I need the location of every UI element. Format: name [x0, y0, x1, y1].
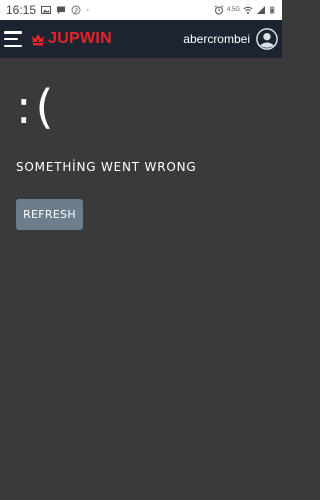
image-icon [41, 6, 52, 14]
status-time: 16:15 [6, 3, 37, 17]
sad-face-emoticon: :( [16, 80, 58, 134]
logo[interactable]: JUPWIN [30, 30, 112, 48]
status-right: 4.5G [214, 5, 276, 15]
battery-icon [270, 6, 275, 14]
app-header: JUPWIN abercrombei [0, 20, 282, 58]
pinterest-icon [71, 5, 81, 15]
header-user-area: abercrombei [183, 28, 278, 50]
dot-icon [87, 9, 89, 11]
logo-crown-icon [32, 34, 44, 46]
message-icon [57, 6, 66, 14]
status-left: 16:15 [6, 3, 92, 17]
username-label[interactable]: abercrombei [183, 32, 250, 46]
network-type-label: 4.5G [226, 7, 240, 13]
error-content: :( SOMETHİNG WENT WRONG REFRESH [0, 84, 282, 230]
menu-icon[interactable] [4, 31, 22, 47]
alarm-icon [214, 5, 224, 15]
wifi-icon [243, 6, 253, 14]
refresh-button[interactable]: REFRESH [16, 199, 83, 230]
user-avatar-icon[interactable] [256, 28, 278, 50]
logo-text: JUPWIN [48, 30, 113, 47]
status-bar: 16:15 4.5G [0, 0, 282, 20]
error-message: SOMETHİNG WENT WRONG [16, 160, 197, 174]
signal-icon [257, 6, 265, 14]
